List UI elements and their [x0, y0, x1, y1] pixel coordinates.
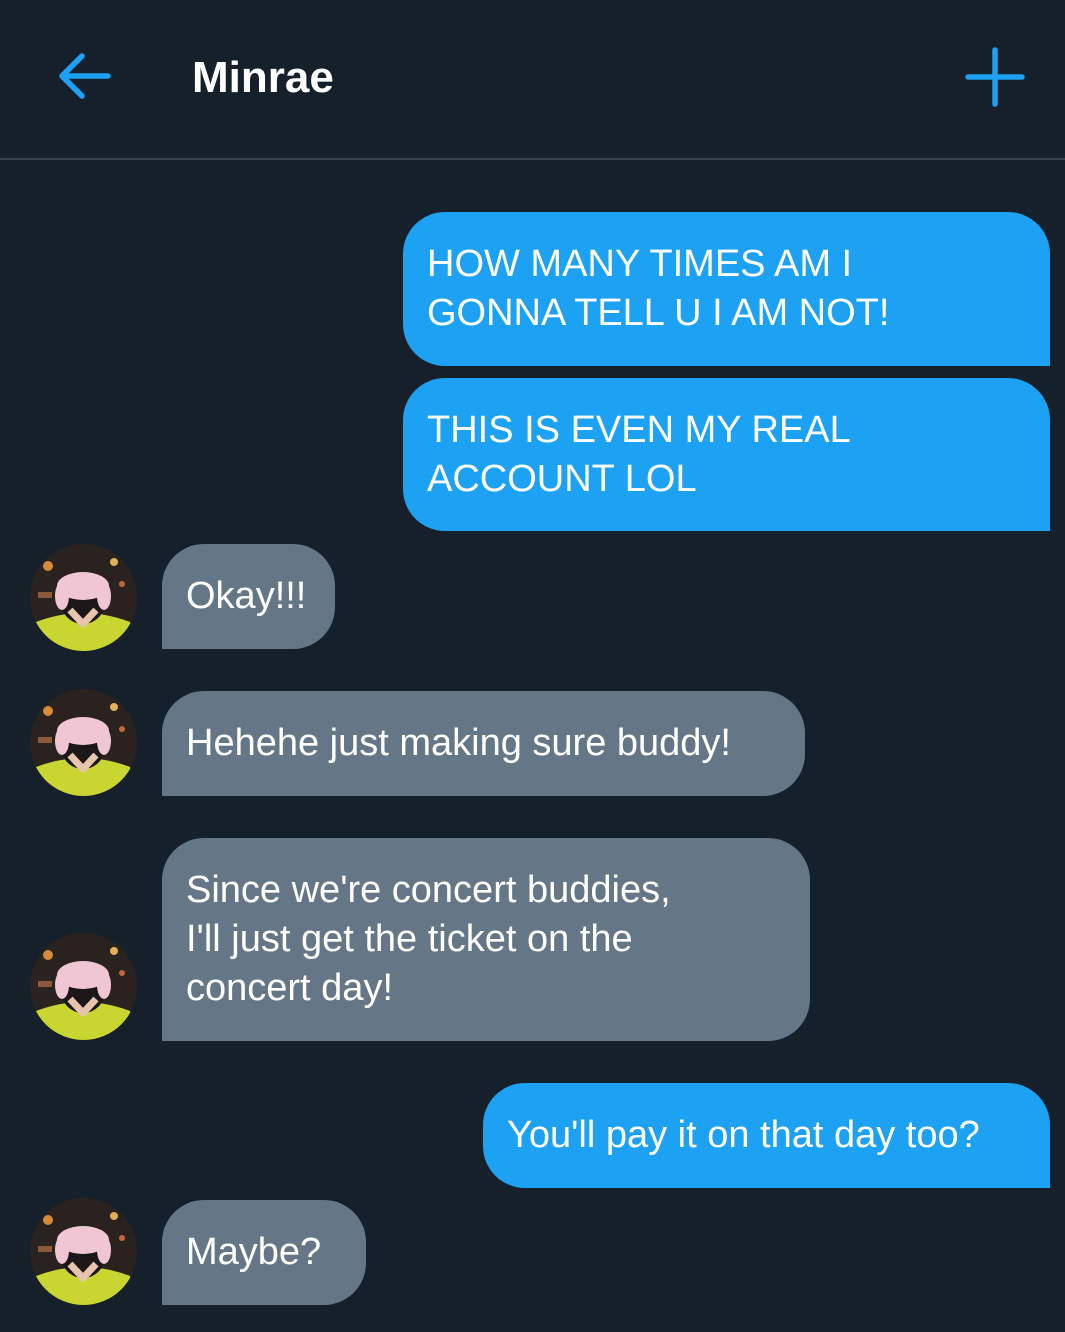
message-bubble-received[interactable]: Maybe?: [162, 1200, 366, 1305]
message-bubble-sent[interactable]: HOW MANY TIMES AM I GONNA TELL U I AM NO…: [403, 212, 1050, 366]
arrow-left-icon: [59, 53, 111, 99]
message-text: Okay!!!: [186, 575, 307, 617]
message-bubble-sent[interactable]: You'll pay it on that day too?: [483, 1083, 1050, 1188]
avatar-photo: [30, 933, 137, 1040]
back-button[interactable]: [52, 48, 116, 104]
avatar-photo: [30, 544, 137, 651]
avatar[interactable]: [30, 689, 137, 796]
message-bubble-received[interactable]: Okay!!!: [162, 544, 335, 649]
conversation-header: Minrae: [0, 0, 1065, 160]
conversation-title: Minrae: [192, 53, 334, 102]
message-text: THIS IS EVEN MY REAL ACCOUNT LOL: [427, 408, 851, 500]
message-text: Hehehe just making sure buddy!: [186, 722, 731, 764]
avatar-photo: [30, 689, 137, 796]
message-text: Since we're concert buddies, I'll just g…: [186, 869, 671, 1009]
message-bubble-received[interactable]: Since we're concert buddies, I'll just g…: [162, 838, 810, 1041]
message-text: You'll pay it on that day too?: [507, 1114, 980, 1156]
avatar[interactable]: [30, 544, 137, 651]
plus-icon: [965, 47, 1025, 107]
message-text: HOW MANY TIMES AM I GONNA TELL U I AM NO…: [427, 243, 890, 334]
avatar[interactable]: [30, 933, 137, 1040]
avatar[interactable]: [30, 1198, 137, 1305]
avatar-photo: [30, 1198, 137, 1305]
message-text: Maybe?: [186, 1231, 322, 1273]
message-bubble-sent[interactable]: THIS IS EVEN MY REAL ACCOUNT LOL: [403, 378, 1050, 531]
message-bubble-received[interactable]: Hehehe just making sure buddy!: [162, 691, 805, 796]
new-message-button[interactable]: [962, 44, 1028, 110]
